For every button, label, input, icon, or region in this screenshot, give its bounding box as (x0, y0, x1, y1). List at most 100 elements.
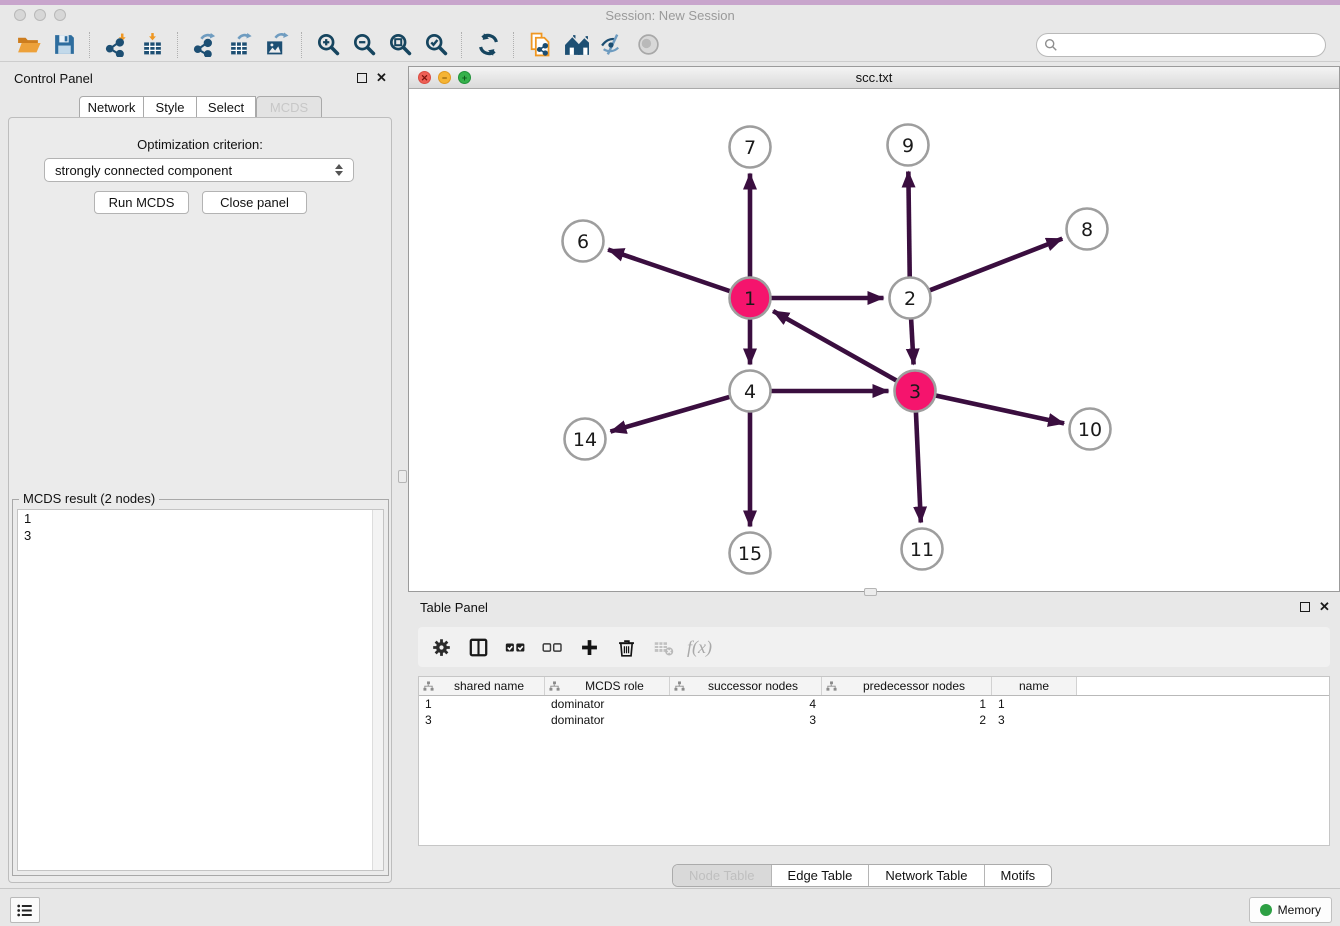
tab-style[interactable]: Style (144, 96, 197, 118)
vertical-splitter-handle[interactable] (398, 470, 407, 483)
refresh-button[interactable] (470, 30, 506, 60)
edge-3-11[interactable] (916, 411, 921, 522)
criterion-dropdown[interactable]: strongly connected component (44, 158, 354, 182)
edge-2-9[interactable] (908, 171, 909, 277)
task-history-button[interactable] (10, 897, 40, 923)
network-view-frame: ✕ − + scc.txt 7968124314101511 (408, 66, 1340, 592)
copy-network-icon (528, 32, 553, 57)
graph-node-label: 8 (1081, 219, 1093, 241)
cell-mcds-role[interactable]: dominator (545, 713, 670, 727)
close-panel-button[interactable]: Close panel (202, 191, 307, 214)
first-neighbors-button[interactable] (558, 30, 594, 60)
zoom-in-button[interactable] (310, 30, 346, 60)
graph-node-label: 7 (744, 137, 756, 159)
column-header-successor-nodes[interactable]: successor nodes (670, 677, 822, 695)
add-row-button[interactable] (576, 634, 602, 660)
control-panel-close-icon[interactable]: ✕ (376, 73, 387, 83)
deselect-all-icon (542, 637, 563, 658)
tab-node-table[interactable]: Node Table (673, 865, 771, 886)
control-panel-title: Control Panel (14, 71, 93, 86)
edge-2-3[interactable] (911, 318, 913, 364)
toolbar-separator (89, 32, 91, 58)
toolbar-separator (177, 32, 179, 58)
tab-edge-table[interactable]: Edge Table (771, 865, 869, 886)
edge-2-8[interactable] (929, 239, 1062, 291)
table-toolbar: f(x) (418, 627, 1330, 667)
main-titlebar: Session: New Session (0, 5, 1340, 28)
cell-successor-nodes[interactable]: 4 (670, 697, 822, 711)
column-header-name[interactable]: name (992, 677, 1077, 695)
mcds-result-textarea[interactable]: 1 3 (17, 509, 384, 871)
import-table-button[interactable] (134, 30, 170, 60)
main-toolbar (0, 28, 1340, 62)
column-header-mcds-role[interactable]: MCDS role (545, 677, 670, 695)
cell-predecessor-nodes[interactable]: 2 (822, 713, 992, 727)
graph-node-label: 10 (1078, 419, 1102, 441)
tab-network[interactable]: Network (79, 96, 144, 118)
cell-successor-nodes[interactable]: 3 (670, 713, 822, 727)
import-table-icon (140, 32, 165, 57)
select-all-button[interactable] (502, 634, 528, 660)
run-mcds-button[interactable]: Run MCDS (94, 191, 189, 214)
control-panel-float-button[interactable] (357, 73, 367, 83)
zoom-out-icon (352, 32, 377, 57)
edge-4-14[interactable] (610, 397, 730, 432)
edge-1-6[interactable] (608, 250, 731, 292)
cell-mcds-role[interactable]: dominator (545, 697, 670, 711)
node-table-header: shared name MCDS role successor nodes pr… (419, 677, 1329, 696)
tab-select[interactable]: Select (197, 96, 256, 118)
cell-shared-name[interactable]: 1 (419, 697, 545, 711)
search-input[interactable] (1058, 34, 1325, 56)
memory-label: Memory (1278, 903, 1321, 917)
application-window: Session: New Session Control Panel ✕ Net… (0, 0, 1340, 926)
hide-selected-button[interactable] (594, 30, 630, 60)
toggle-columns-button[interactable] (465, 634, 491, 660)
table-settings-button[interactable] (428, 634, 454, 660)
network-canvas[interactable]: 7968124314101511 (409, 89, 1339, 591)
edge-3-1[interactable] (773, 311, 897, 381)
edge-3-10[interactable] (935, 395, 1064, 423)
control-panel-tabs: Network Style Select MCDS (79, 96, 322, 118)
search-box[interactable] (1036, 33, 1326, 57)
open-file-button[interactable] (10, 30, 46, 60)
delete-table-icon (653, 637, 674, 658)
export-table-button[interactable] (222, 30, 258, 60)
graph-node-label: 9 (902, 135, 914, 157)
delete-row-button[interactable] (613, 634, 639, 660)
save-session-button[interactable] (46, 30, 82, 60)
mcds-result-title: MCDS result (2 nodes) (19, 491, 159, 506)
zoom-fit-button[interactable] (382, 30, 418, 60)
toolbar-separator (513, 32, 515, 58)
column-type-icon (674, 681, 685, 692)
import-network-button[interactable] (98, 30, 134, 60)
cell-name[interactable]: 1 (992, 697, 1077, 711)
cell-shared-name[interactable]: 3 (419, 713, 545, 727)
show-hidden-button[interactable] (630, 30, 666, 60)
copy-network-button[interactable] (522, 30, 558, 60)
list-icon (16, 903, 34, 918)
column-header-shared-name[interactable]: shared name (419, 677, 545, 695)
tab-mcds[interactable]: MCDS (256, 96, 322, 118)
hide-selected-icon (600, 32, 625, 57)
cell-name[interactable]: 3 (992, 713, 1077, 727)
horizontal-splitter-handle[interactable] (864, 588, 877, 596)
cell-predecessor-nodes[interactable]: 1 (822, 697, 992, 711)
export-network-button[interactable] (186, 30, 222, 60)
zoom-out-button[interactable] (346, 30, 382, 60)
export-image-button[interactable] (258, 30, 294, 60)
tab-motifs[interactable]: Motifs (984, 865, 1052, 886)
result-scrollbar[interactable] (372, 510, 383, 870)
table-panel-tabs: Node Table Edge Table Network Table Moti… (672, 864, 1052, 887)
graph-node-label: 4 (744, 381, 756, 403)
tab-network-table[interactable]: Network Table (868, 865, 983, 886)
table-panel-close-icon[interactable]: ✕ (1319, 602, 1330, 612)
deselect-all-button[interactable] (539, 634, 565, 660)
table-row[interactable]: 1 dominator 4 1 1 (419, 696, 1329, 712)
memory-button[interactable]: Memory (1249, 897, 1332, 923)
zoom-selected-button[interactable] (418, 30, 454, 60)
column-header-predecessor-nodes[interactable]: predecessor nodes (822, 677, 992, 695)
table-row[interactable]: 3 dominator 3 2 3 (419, 712, 1329, 728)
function-builder-icon: f(x) (687, 637, 712, 658)
table-panel-float-button[interactable] (1300, 602, 1310, 612)
save-session-icon (52, 32, 77, 57)
